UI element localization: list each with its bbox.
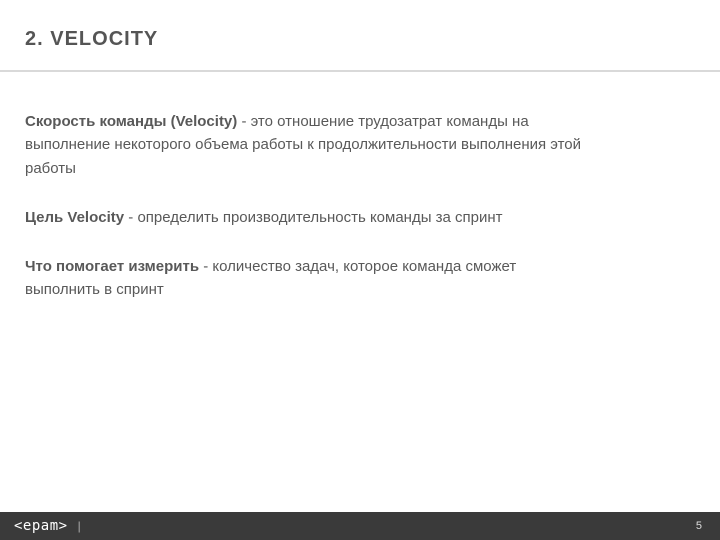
paragraph: Цель Velocity - определить производитель… (25, 206, 585, 229)
paragraph: Что помогает измерить - количество задач… (25, 255, 585, 302)
paragraph: Скорость команды (Velocity) - это отноше… (25, 110, 585, 180)
footer-divider: | (78, 519, 81, 533)
para-bold: Что помогает измерить (25, 258, 199, 275)
slide: 2. VELOCITY Скорость команды (Velocity) … (0, 0, 720, 540)
epam-logo: <epam> (14, 518, 68, 534)
para-text: - определить производительность команды … (124, 209, 502, 226)
para-bold: Скорость команды (Velocity) (25, 113, 237, 130)
para-bold: Цель Velocity (25, 209, 124, 226)
footer-bar: <epam> | 5 (0, 512, 720, 540)
slide-title: 2. VELOCITY (25, 28, 158, 51)
slide-content: Скорость команды (Velocity) - это отноше… (25, 110, 585, 328)
title-divider (0, 70, 720, 72)
page-number: 5 (696, 520, 702, 532)
